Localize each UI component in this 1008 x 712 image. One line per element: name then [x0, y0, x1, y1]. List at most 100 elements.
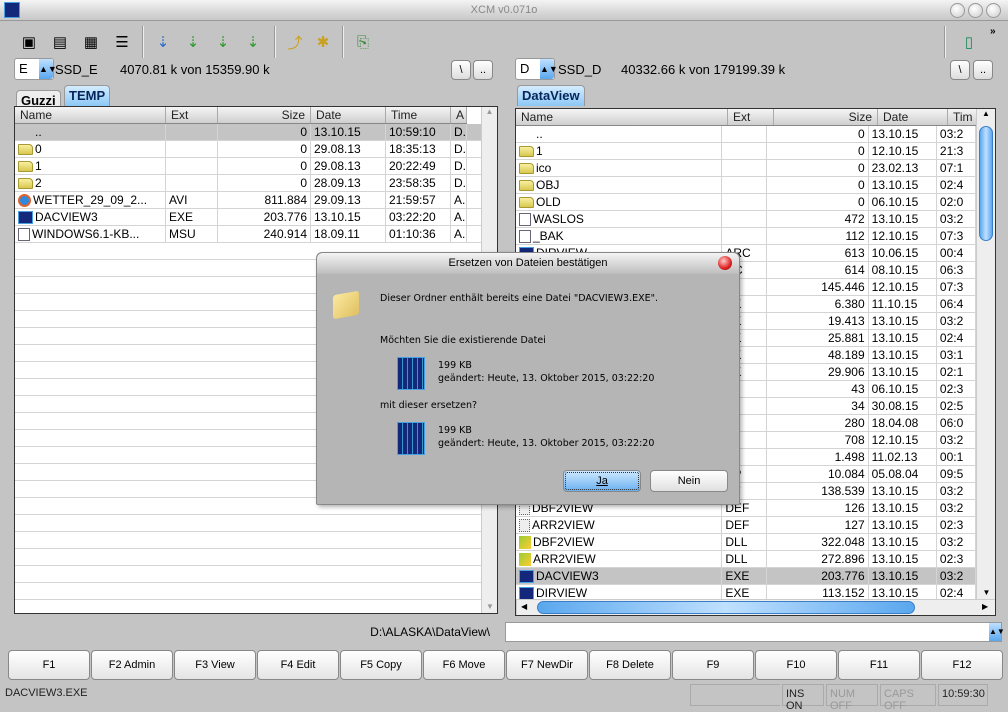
fkey-f2-admin[interactable]: F2 Admin: [91, 650, 173, 680]
sort-date-icon[interactable]: ⇣: [240, 30, 266, 54]
file-row[interactable]: ico 0 23.02.13 07:1: [516, 160, 976, 177]
scroll-thumb[interactable]: [979, 126, 993, 241]
view-brief-icon[interactable]: ▣: [16, 30, 42, 54]
right-horizontal-scrollbar[interactable]: ◀ ▶: [516, 599, 995, 615]
fkey-f7-newdir[interactable]: F7 NewDir: [506, 650, 588, 680]
dialog-close-icon[interactable]: [718, 256, 732, 270]
cell-name: WINDOWS6.1-KB...: [15, 226, 166, 242]
column-header-name[interactable]: Name: [516, 109, 728, 125]
column-header-ext[interactable]: Ext: [166, 107, 218, 123]
fkey-f5-copy[interactable]: F5 Copy: [340, 650, 422, 680]
history-dropdown-icon[interactable]: ▲▼: [989, 623, 1005, 641]
minimize-button[interactable]: [950, 3, 965, 18]
right-root-button[interactable]: \: [950, 60, 970, 80]
right-vertical-scrollbar[interactable]: ▲ ▼: [976, 109, 995, 599]
sort-name-icon[interactable]: ⇣: [150, 30, 176, 54]
file-row[interactable]: DACVIEW3 EXE 203.776 13.10.15 03:2: [516, 568, 976, 585]
scroll-left-icon[interactable]: ◀: [521, 602, 527, 611]
column-header-date[interactable]: Date: [311, 107, 386, 123]
cell-time: 02:3: [937, 517, 976, 533]
yes-button[interactable]: Ja: [563, 470, 641, 492]
view-icons-icon[interactable]: ▦: [78, 30, 104, 54]
column-header-name[interactable]: Name: [15, 107, 166, 123]
tab-dataview[interactable]: DataView: [517, 85, 585, 106]
file-row[interactable]: OLD 0 06.10.15 02:0: [516, 194, 976, 211]
column-header-date[interactable]: Date: [878, 109, 948, 125]
fkey-f9[interactable]: F9: [672, 650, 754, 680]
right-up-button[interactable]: ..: [973, 60, 993, 80]
file-row[interactable]: 2 0 28.09.13 23:58:35 D.: [15, 175, 481, 192]
fkey-f3-view[interactable]: F3 View: [174, 650, 256, 680]
scroll-up-icon[interactable]: ▲: [482, 107, 497, 116]
time-text: 07:3: [939, 229, 964, 243]
fkey-f1[interactable]: F1: [8, 650, 90, 680]
file-row[interactable]: 1 0 12.10.15 21:3: [516, 143, 976, 160]
file-row[interactable]: .. 0 13.10.15 03:2: [516, 126, 976, 143]
tab-temp[interactable]: TEMP: [64, 85, 111, 106]
column-header-size[interactable]: Size: [218, 107, 311, 123]
parent-folder-icon[interactable]: ⤴: [282, 30, 308, 54]
fkey-f4-edit[interactable]: F4 Edit: [257, 650, 339, 680]
fkey-f8-delete[interactable]: F8 Delete: [589, 650, 671, 680]
fkey-f10[interactable]: F10: [755, 650, 837, 680]
file-row[interactable]: ARR2VIEW DLL 272.896 13.10.15 02:3: [516, 551, 976, 568]
fkey-f6-move[interactable]: F6 Move: [423, 650, 505, 680]
cell-date: 13.10.15: [869, 551, 937, 567]
folder-icon: [519, 196, 534, 208]
command-line-input[interactable]: ▲▼: [505, 622, 1005, 642]
file-row[interactable]: 0 0 29.08.13 18:35:13 D.: [15, 141, 481, 158]
new-folder-icon[interactable]: ✱: [310, 30, 336, 54]
maximize-button[interactable]: [968, 3, 983, 18]
sort-size-icon[interactable]: ⇣: [210, 30, 236, 54]
cell-time: 03:1: [937, 347, 976, 363]
column-header-ext[interactable]: Ext: [728, 109, 774, 125]
cell-date: 12.10.15: [869, 228, 937, 244]
cell-size: 613: [767, 245, 869, 261]
time-text: 02:0: [939, 195, 964, 209]
file-row[interactable]: _BAK 112 12.10.15 07:3: [516, 228, 976, 245]
scroll-down-icon[interactable]: ▼: [482, 602, 497, 611]
copy-files-icon[interactable]: ⎘: [350, 30, 376, 54]
file-row[interactable]: 1 0 29.08.13 20:22:49 D.: [15, 158, 481, 175]
no-button[interactable]: Nein: [650, 470, 728, 492]
file-row[interactable]: WETTER_29_09_2... AVI 811.884 29.09.13 21:59…: [15, 192, 481, 209]
cell-date: 11.10.15: [869, 296, 937, 312]
view-list-icon[interactable]: ☰: [109, 30, 135, 54]
close-button[interactable]: [986, 3, 1001, 18]
doc-icon: [519, 229, 531, 243]
right-drive-select[interactable]: D ▲▼: [515, 58, 558, 80]
file-row[interactable]: ARR2VIEW DEF 127 13.10.15 02:3: [516, 517, 976, 534]
left-root-button[interactable]: \: [451, 60, 471, 80]
scroll-right-icon[interactable]: ▶: [982, 602, 988, 611]
cell-name: OBJ: [516, 177, 723, 193]
sort-type-icon[interactable]: ⇣: [180, 30, 206, 54]
time-text: 02:5: [939, 399, 964, 413]
file-row[interactable]: DACVIEW3 EXE 203.776 13.10.15 03:22:20 A.: [15, 209, 481, 226]
file-row[interactable]: OBJ 0 13.10.15 02:4: [516, 177, 976, 194]
view-detail-icon[interactable]: ▤: [47, 30, 73, 54]
file-row[interactable]: DBF2VIEW DLL 322.048 13.10.15 03:2: [516, 534, 976, 551]
scroll-down-icon[interactable]: ▼: [977, 588, 995, 597]
column-header-size[interactable]: Size: [774, 109, 878, 125]
left-drive-select[interactable]: E ▲▼: [14, 58, 57, 80]
cell-ext: [722, 211, 768, 227]
column-header-time[interactable]: Time: [386, 107, 451, 123]
left-up-button[interactable]: ..: [473, 60, 493, 80]
file-row[interactable]: WASLOS 472 13.10.15 03:2: [516, 211, 976, 228]
fkey-f12[interactable]: F12: [921, 650, 1003, 680]
hscroll-thumb[interactable]: [537, 601, 915, 614]
cell-date: 18.04.08: [869, 415, 937, 431]
fkey-f11[interactable]: F11: [838, 650, 920, 680]
ext-text: DLL: [725, 552, 748, 566]
file-row[interactable]: .. 0 13.10.15 10:59:10 D.: [15, 124, 481, 141]
exit-door-icon[interactable]: ▯: [956, 30, 982, 54]
file-row[interactable]: WINDOWS6.1-KB... MSU 240.914 18.09.11 01:10:…: [15, 226, 481, 243]
toolbar-overflow-icon[interactable]: »: [990, 26, 996, 37]
folder-icon: [519, 179, 534, 191]
attr-text: D.: [454, 142, 466, 156]
size-text: 322.048: [821, 535, 865, 549]
column-header-a[interactable]: A: [451, 107, 467, 123]
name-text: DACVIEW3: [536, 569, 599, 583]
cell-attr: A.: [451, 192, 467, 208]
scroll-up-icon[interactable]: ▲: [977, 109, 995, 118]
